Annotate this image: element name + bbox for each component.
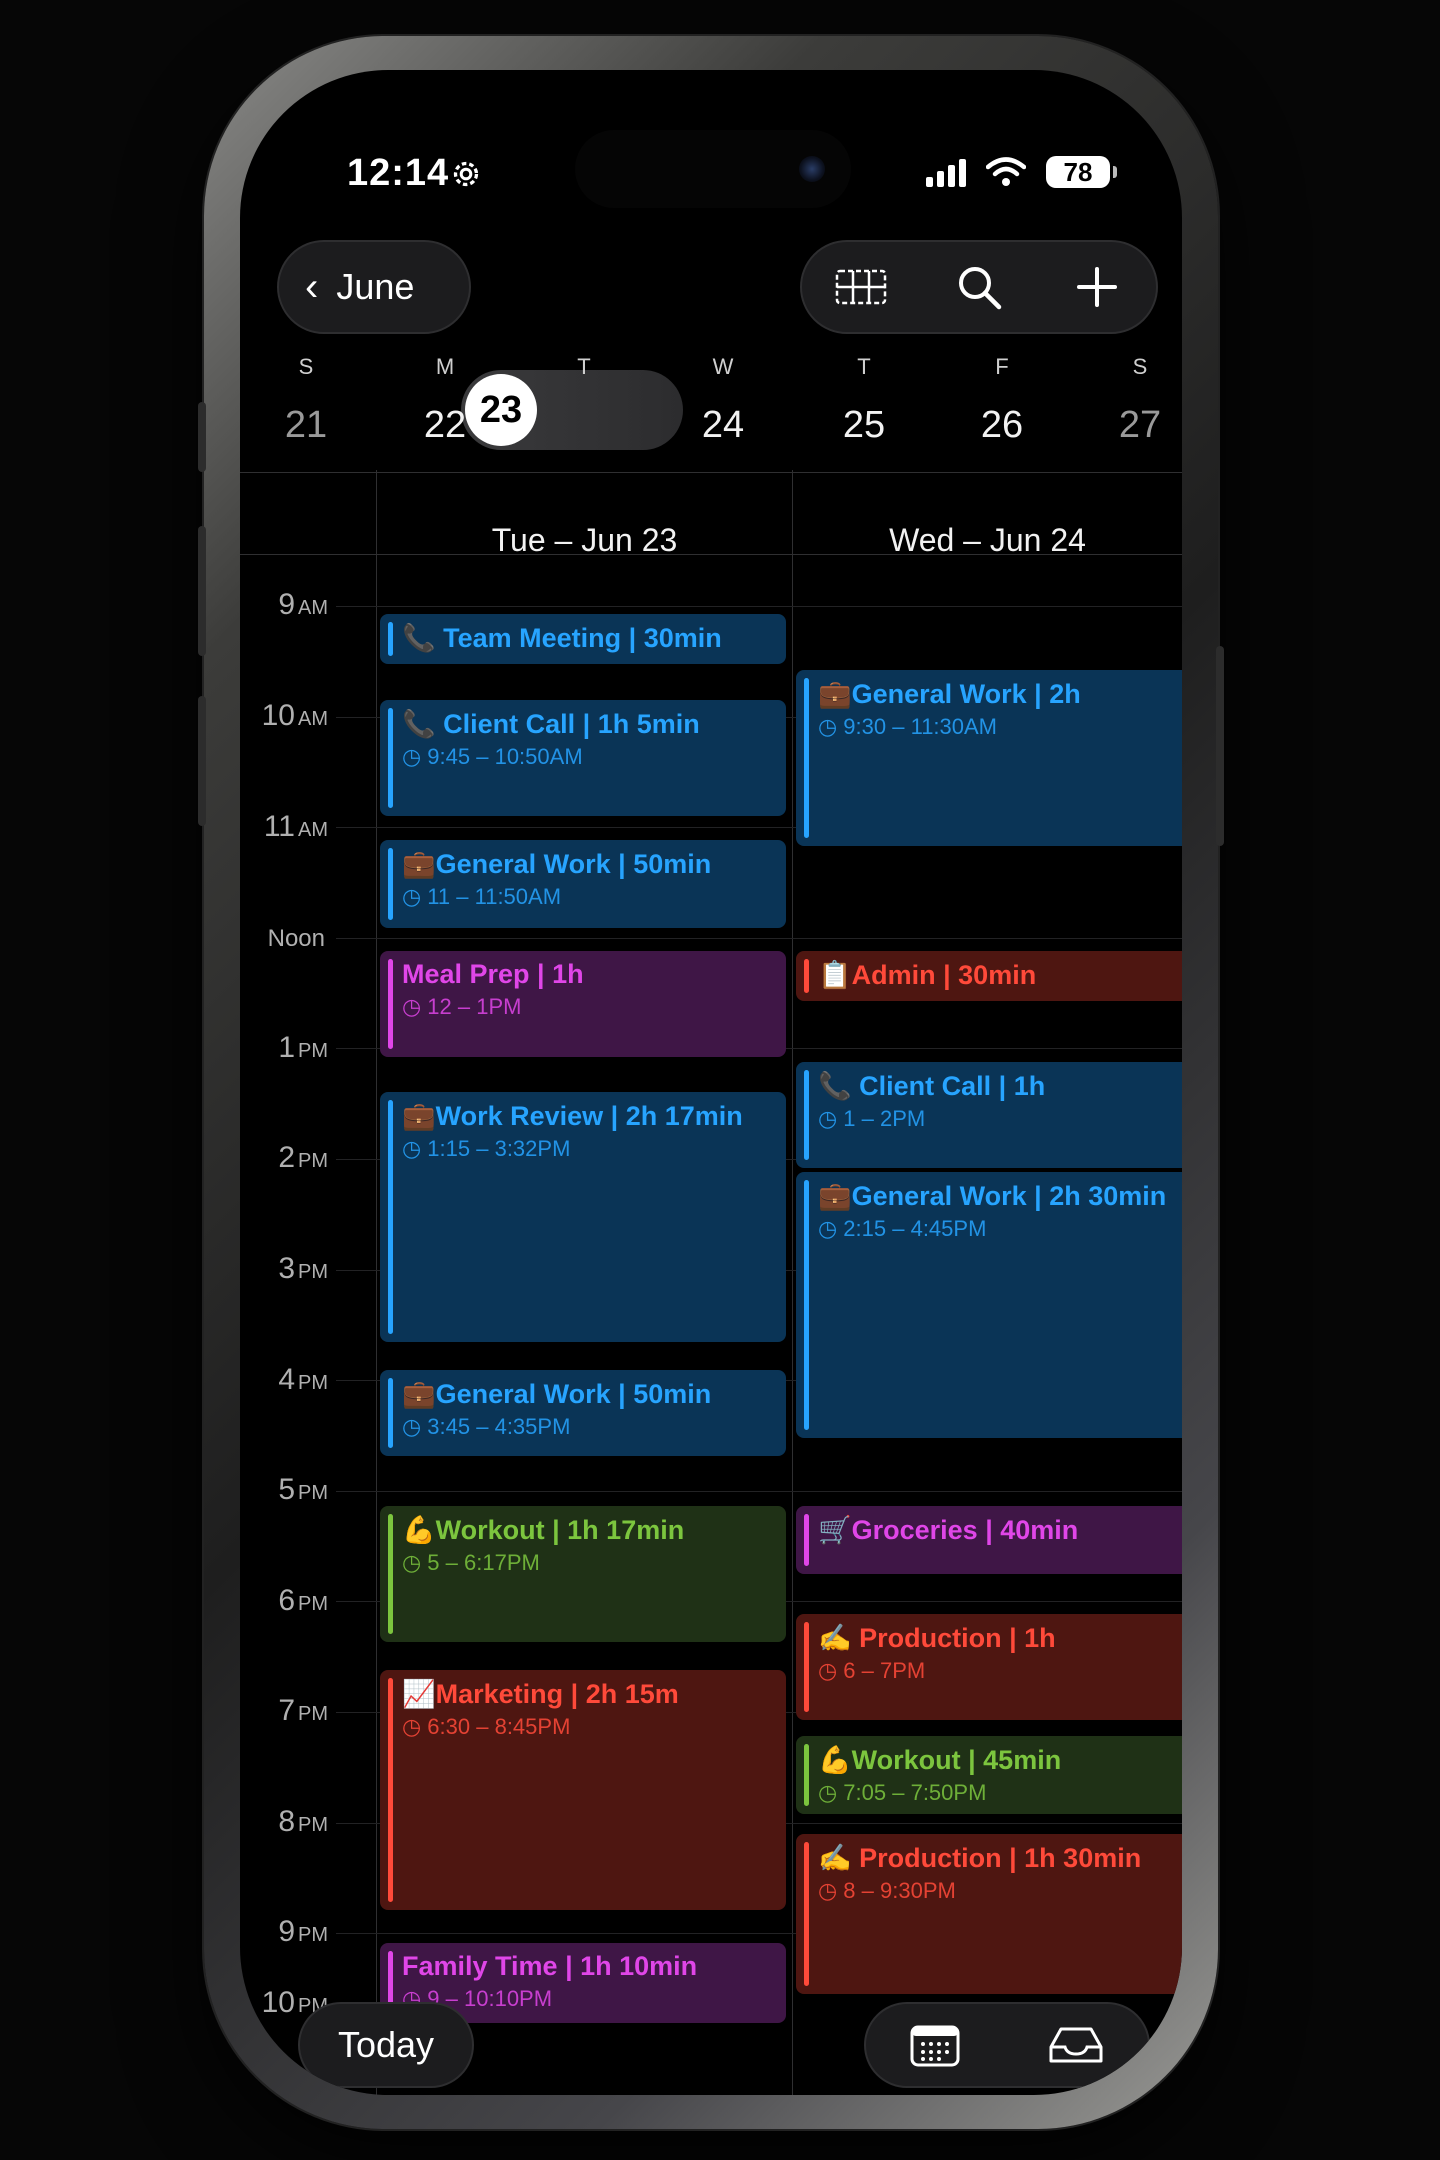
weekday-label: T bbox=[857, 354, 871, 379]
volume-down-button bbox=[198, 696, 206, 826]
event-meal-prep[interactable]: Meal Prep | 1h ◷ 12 – 1PM bbox=[380, 951, 786, 1057]
hour-label: 5 PM bbox=[278, 1473, 328, 1506]
inbox-icon[interactable] bbox=[1047, 2023, 1105, 2067]
event-admin[interactable]: 📋Admin | 30min bbox=[796, 951, 1182, 1001]
calendar-icon[interactable] bbox=[909, 2022, 961, 2068]
wifi-icon bbox=[986, 157, 1026, 186]
hour-label: 9 AM bbox=[278, 588, 328, 621]
day-24[interactable]: 24 bbox=[673, 404, 773, 447]
weekday-label: W bbox=[712, 354, 734, 379]
camera-icon bbox=[799, 156, 825, 182]
weekday-label: T bbox=[577, 354, 591, 379]
hour-label: 9 PM bbox=[278, 1915, 328, 1948]
view-switcher-icon bbox=[835, 269, 887, 305]
event-client-call[interactable]: 📞 Client Call | 1h ◷ 1 – 2PM bbox=[796, 1062, 1182, 1168]
day-26[interactable]: 26 bbox=[952, 404, 1052, 447]
hour-label: 8 PM bbox=[278, 1805, 328, 1838]
cellular-signal-icon bbox=[926, 157, 966, 187]
hour-label: 4 PM bbox=[278, 1363, 328, 1396]
event-workout[interactable]: 💪Workout | 45min ◷ 7:05 – 7:50PM bbox=[796, 1736, 1182, 1814]
search-icon bbox=[959, 267, 1002, 310]
battery-icon: 78 bbox=[1046, 156, 1117, 188]
dynamic-island bbox=[575, 130, 851, 208]
back-to-month-button[interactable]: ‹ June bbox=[277, 240, 471, 334]
event-general-work[interactable]: 💼General Work | 2h 30min ◷ 2:15 – 4:45PM bbox=[796, 1172, 1182, 1438]
day-27[interactable]: 27 bbox=[1090, 404, 1182, 447]
event-team-meeting[interactable]: 📞 Team Meeting | 30min bbox=[380, 614, 786, 664]
search-button[interactable] bbox=[949, 257, 1009, 317]
column-header-tue: Tue – Jun 23 bbox=[491, 522, 678, 558]
weekday-label: S bbox=[1132, 354, 1148, 379]
time-gutter-divider bbox=[376, 470, 377, 2095]
hour-label: 11 AM bbox=[263, 810, 328, 843]
hour-label: 10 AM bbox=[261, 699, 328, 732]
hour-label: Noon bbox=[267, 925, 325, 952]
back-label: June bbox=[336, 266, 415, 307]
action-button bbox=[198, 402, 206, 472]
hour-label: 7 PM bbox=[278, 1694, 328, 1727]
hour-label: 3 PM bbox=[278, 1252, 328, 1285]
bottom-toolbar bbox=[864, 2002, 1150, 2088]
plus-icon bbox=[1077, 267, 1117, 307]
day-21[interactable]: 21 bbox=[256, 404, 356, 447]
power-button bbox=[1216, 646, 1224, 846]
event-client-call[interactable]: 📞 Client Call | 1h 5min ◷ 9:45 – 10:50AM bbox=[380, 700, 786, 816]
event-marketing[interactable]: 📈Marketing | 2h 15m ◷ 6:30 – 8:45PM bbox=[380, 1670, 786, 1910]
column-divider bbox=[792, 470, 793, 2095]
status-time: 12:14 bbox=[347, 152, 450, 194]
event-groceries[interactable]: 🛒Groceries | 40min bbox=[796, 1506, 1182, 1574]
hour-label: 6 PM bbox=[278, 1584, 328, 1617]
today-button[interactable]: Today bbox=[298, 2002, 474, 2088]
column-header-wed: Wed – Jun 24 bbox=[889, 522, 1086, 558]
weekday-label: M bbox=[435, 354, 455, 379]
hour-label: 2 PM bbox=[278, 1141, 328, 1174]
event-production[interactable]: ✍️ Production | 1h 30min ◷ 8 – 9:30PM bbox=[796, 1834, 1182, 1994]
event-general-work[interactable]: 💼General Work | 50min ◷ 3:45 – 4:35PM bbox=[380, 1370, 786, 1456]
hour-label: 1 PM bbox=[278, 1031, 328, 1064]
event-general-work[interactable]: 💼General Work | 2h ◷ 9:30 – 11:30AM bbox=[796, 670, 1182, 846]
day-25[interactable]: 25 bbox=[814, 404, 914, 447]
toolbar-pill bbox=[800, 240, 1158, 334]
add-event-button[interactable] bbox=[1067, 257, 1127, 317]
chevron-left-icon: ‹ bbox=[305, 264, 319, 309]
event-general-work[interactable]: 💼General Work | 50min ◷ 11 – 11:50AM bbox=[380, 840, 786, 928]
day-23-selected[interactable]: 23 bbox=[465, 374, 537, 446]
event-workout[interactable]: 💪Workout | 1h 17min ◷ 5 – 6:17PM bbox=[380, 1506, 786, 1642]
weekday-label: F bbox=[995, 354, 1009, 379]
gear-icon bbox=[453, 161, 479, 187]
weekday-label: S bbox=[298, 354, 314, 379]
view-switcher-button[interactable] bbox=[831, 257, 891, 317]
event-work-review[interactable]: 💼Work Review | 2h 17min ◷ 1:15 – 3:32PM bbox=[380, 1092, 786, 1342]
phone-frame: 12:14 78 ‹ June S M T W T F S 21 22 24 2… bbox=[198, 36, 1224, 2129]
volume-up-button bbox=[198, 526, 206, 656]
event-production[interactable]: ✍️ Production | 1h ◷ 6 – 7PM bbox=[796, 1614, 1182, 1720]
screen: 12:14 78 ‹ June S M T W T F S 21 22 24 2… bbox=[240, 70, 1182, 2095]
